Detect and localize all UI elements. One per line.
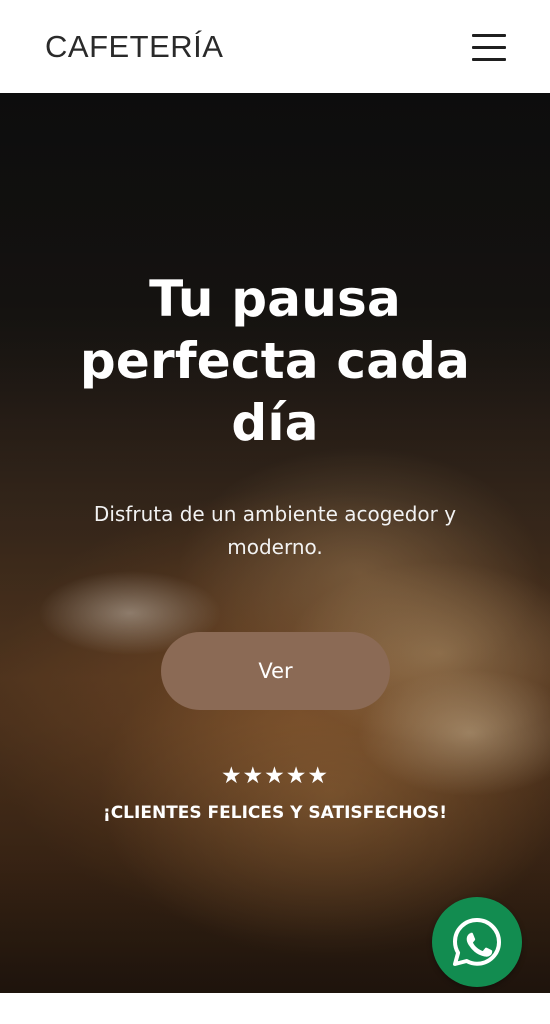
hero-subtitle: Disfruta de un ambiente acogedor y moder… xyxy=(93,502,457,559)
hero-section: Tu pausa perfecta cada día Disfruta de u… xyxy=(0,93,550,993)
page-footer-edge xyxy=(0,993,550,1024)
menu-line xyxy=(472,45,506,49)
brand-logo-text[interactable]: CAFETERÍA xyxy=(45,29,223,65)
site-header: CAFETERÍA xyxy=(0,0,550,93)
menu-line xyxy=(472,57,506,61)
rating-stars: ★★★★★ xyxy=(220,763,330,789)
ver-button[interactable]: Ver xyxy=(161,632,390,710)
customer-tagline: ¡CLIENTES FELICES Y SATISFECHOS! xyxy=(102,803,448,823)
hero-title: Tu pausa perfecta cada día xyxy=(79,270,471,452)
whatsapp-icon xyxy=(453,918,501,966)
hamburger-menu-icon[interactable] xyxy=(472,33,506,61)
whatsapp-button[interactable] xyxy=(432,897,522,987)
menu-line xyxy=(472,33,506,37)
